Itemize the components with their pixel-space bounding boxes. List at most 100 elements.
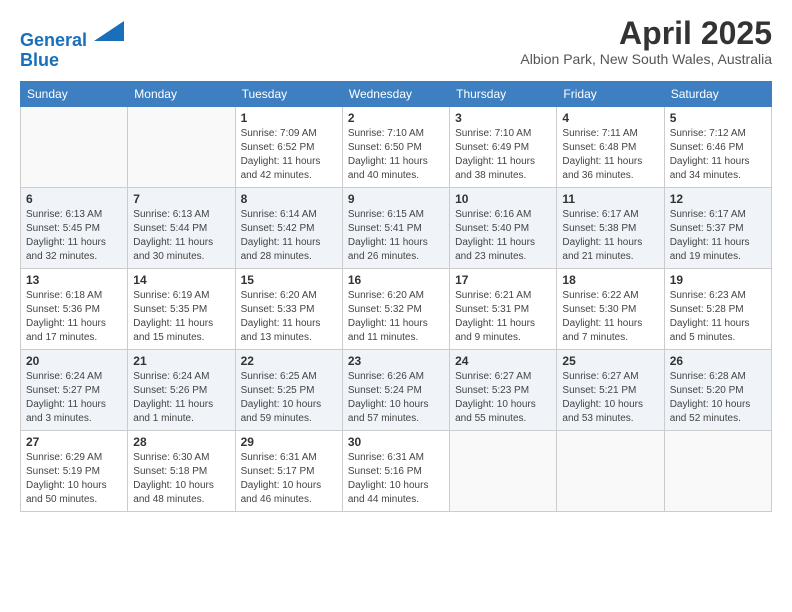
day-info: Sunrise: 6:29 AM Sunset: 5:19 PM Dayligh…: [26, 451, 122, 507]
day-number: 2: [348, 111, 444, 125]
day-number: 16: [348, 273, 444, 287]
calendar-table: Sunday Monday Tuesday Wednesday Thursday…: [20, 81, 772, 512]
calendar-cell: [664, 430, 771, 511]
calendar-cell: 13Sunrise: 6:18 AM Sunset: 5:36 PM Dayli…: [21, 268, 128, 349]
day-number: 27: [26, 435, 122, 449]
calendar-header-row: Sunday Monday Tuesday Wednesday Thursday…: [21, 81, 772, 106]
calendar-cell: 4 Sunrise: 7:11 AM Sunset: 6:48 PM Daylig…: [557, 106, 664, 187]
header-saturday: Saturday: [664, 81, 771, 106]
calendar-cell: 10Sunrise: 6:16 AM Sunset: 5:40 PM Dayli…: [450, 187, 557, 268]
calendar-cell: [128, 106, 235, 187]
header-monday: Monday: [128, 81, 235, 106]
calendar-row-2: 13Sunrise: 6:18 AM Sunset: 5:36 PM Dayli…: [21, 268, 772, 349]
day-info: Sunrise: 6:28 AM Sunset: 5:20 PM Dayligh…: [670, 370, 766, 426]
day-number: 8: [241, 192, 337, 206]
calendar-cell: 25 Sunrise: 6:27 AM Sunset: 5:21 PM Dayli…: [557, 349, 664, 430]
day-number: 24: [455, 354, 551, 368]
day-number: 12: [670, 192, 766, 206]
day-info: Sunrise: 6:13 AM Sunset: 5:44 PM Dayligh…: [133, 208, 229, 264]
location-subtitle: Albion Park, New South Wales, Australia: [520, 51, 772, 67]
day-info: Sunrise: 6:21 AM Sunset: 5:31 PM Dayligh…: [455, 289, 551, 345]
day-info: Sunrise: 6:26 AM Sunset: 5:24 PM Dayligh…: [348, 370, 444, 426]
calendar-cell: 9 Sunrise: 6:15 AM Sunset: 5:41 PM Daylig…: [342, 187, 449, 268]
day-info: Sunrise: 6:25 AM Sunset: 5:25 PM Dayligh…: [241, 370, 337, 426]
calendar-cell: 24 Sunrise: 6:27 AM Sunset: 5:23 PM Dayli…: [450, 349, 557, 430]
day-info: Sunrise: 6:17 AM Sunset: 5:38 PM Dayligh…: [562, 208, 658, 264]
day-number: 29: [241, 435, 337, 449]
calendar-cell: 18Sunrise: 6:22 AM Sunset: 5:30 PM Dayli…: [557, 268, 664, 349]
calendar-cell: 23Sunrise: 6:26 AM Sunset: 5:24 PM Dayli…: [342, 349, 449, 430]
logo: General Blue: [20, 16, 124, 71]
page: General Blue April 2025 Albion Park, New…: [0, 0, 792, 612]
day-info: Sunrise: 6:24 AM Sunset: 5:26 PM Dayligh…: [133, 370, 229, 426]
day-info: Sunrise: 7:10 AM Sunset: 6:49 PM Dayligh…: [455, 127, 551, 183]
day-info: Sunrise: 6:20 AM Sunset: 5:32 PM Dayligh…: [348, 289, 444, 345]
day-number: 5: [670, 111, 766, 125]
calendar-cell: 27 Sunrise: 6:29 AM Sunset: 5:19 PM Dayli…: [21, 430, 128, 511]
calendar-cell: 16 Sunrise: 6:20 AM Sunset: 5:32 PM Dayli…: [342, 268, 449, 349]
day-number: 19: [670, 273, 766, 287]
day-info: Sunrise: 7:11 AM Sunset: 6:48 PM Dayligh…: [562, 127, 658, 183]
calendar-cell: 28 Sunrise: 6:30 AM Sunset: 5:18 PM Dayli…: [128, 430, 235, 511]
logo-icon: [94, 16, 124, 46]
day-number: 17: [455, 273, 551, 287]
day-info: Sunrise: 6:19 AM Sunset: 5:35 PM Dayligh…: [133, 289, 229, 345]
calendar-cell: 19 Sunrise: 6:23 AM Sunset: 5:28 PM Dayli…: [664, 268, 771, 349]
day-number: 25: [562, 354, 658, 368]
calendar-cell: 29 Sunrise: 6:31 AM Sunset: 5:17 PM Dayli…: [235, 430, 342, 511]
day-number: 1: [241, 111, 337, 125]
day-number: 22: [241, 354, 337, 368]
calendar-cell: 11 Sunrise: 6:17 AM Sunset: 5:38 PM Dayli…: [557, 187, 664, 268]
day-info: Sunrise: 7:09 AM Sunset: 6:52 PM Dayligh…: [241, 127, 337, 183]
day-info: Sunrise: 6:13 AM Sunset: 5:45 PM Dayligh…: [26, 208, 122, 264]
calendar-cell: 1 Sunrise: 7:09 AM Sunset: 6:52 PM Daylig…: [235, 106, 342, 187]
calendar-row-0: 1 Sunrise: 7:09 AM Sunset: 6:52 PM Daylig…: [21, 106, 772, 187]
calendar-cell: [450, 430, 557, 511]
header-sunday: Sunday: [21, 81, 128, 106]
day-info: Sunrise: 6:23 AM Sunset: 5:28 PM Dayligh…: [670, 289, 766, 345]
day-info: Sunrise: 6:27 AM Sunset: 5:23 PM Dayligh…: [455, 370, 551, 426]
calendar-cell: 21 Sunrise: 6:24 AM Sunset: 5:26 PM Dayli…: [128, 349, 235, 430]
day-info: Sunrise: 6:30 AM Sunset: 5:18 PM Dayligh…: [133, 451, 229, 507]
calendar-cell: 14Sunrise: 6:19 AM Sunset: 5:35 PM Dayli…: [128, 268, 235, 349]
day-number: 4: [562, 111, 658, 125]
day-number: 20: [26, 354, 122, 368]
calendar-cell: 8 Sunrise: 6:14 AM Sunset: 5:42 PM Daylig…: [235, 187, 342, 268]
day-info: Sunrise: 6:15 AM Sunset: 5:41 PM Dayligh…: [348, 208, 444, 264]
day-info: Sunrise: 7:12 AM Sunset: 6:46 PM Dayligh…: [670, 127, 766, 183]
day-number: 21: [133, 354, 229, 368]
header-wednesday: Wednesday: [342, 81, 449, 106]
header-thursday: Thursday: [450, 81, 557, 106]
calendar-cell: 3Sunrise: 7:10 AM Sunset: 6:49 PM Daylig…: [450, 106, 557, 187]
day-info: Sunrise: 6:24 AM Sunset: 5:27 PM Dayligh…: [26, 370, 122, 426]
day-number: 7: [133, 192, 229, 206]
calendar-cell: 2Sunrise: 7:10 AM Sunset: 6:50 PM Daylig…: [342, 106, 449, 187]
calendar-cell: 20 Sunrise: 6:24 AM Sunset: 5:27 PM Dayli…: [21, 349, 128, 430]
day-number: 28: [133, 435, 229, 449]
header: General Blue April 2025 Albion Park, New…: [20, 16, 772, 71]
header-tuesday: Tuesday: [235, 81, 342, 106]
day-number: 30: [348, 435, 444, 449]
month-title: April 2025: [520, 16, 772, 51]
calendar-cell: [557, 430, 664, 511]
calendar-cell: 15Sunrise: 6:20 AM Sunset: 5:33 PM Dayli…: [235, 268, 342, 349]
day-info: Sunrise: 6:27 AM Sunset: 5:21 PM Dayligh…: [562, 370, 658, 426]
day-info: Sunrise: 6:14 AM Sunset: 5:42 PM Dayligh…: [241, 208, 337, 264]
day-number: 26: [670, 354, 766, 368]
day-info: Sunrise: 6:22 AM Sunset: 5:30 PM Dayligh…: [562, 289, 658, 345]
calendar-cell: 6Sunrise: 6:13 AM Sunset: 5:45 PM Daylig…: [21, 187, 128, 268]
calendar-cell: 5 Sunrise: 7:12 AM Sunset: 6:46 PM Daylig…: [664, 106, 771, 187]
day-number: 13: [26, 273, 122, 287]
title-block: April 2025 Albion Park, New South Wales,…: [520, 16, 772, 67]
calendar-cell: 17 Sunrise: 6:21 AM Sunset: 5:31 PM Dayli…: [450, 268, 557, 349]
logo-general: General: [20, 30, 87, 50]
day-number: 15: [241, 273, 337, 287]
day-number: 11: [562, 192, 658, 206]
calendar-cell: 22 Sunrise: 6:25 AM Sunset: 5:25 PM Dayli…: [235, 349, 342, 430]
logo-text: General: [20, 16, 124, 51]
logo-blue: Blue: [20, 51, 124, 71]
day-number: 9: [348, 192, 444, 206]
day-info: Sunrise: 6:31 AM Sunset: 5:16 PM Dayligh…: [348, 451, 444, 507]
day-info: Sunrise: 6:31 AM Sunset: 5:17 PM Dayligh…: [241, 451, 337, 507]
calendar-cell: [21, 106, 128, 187]
